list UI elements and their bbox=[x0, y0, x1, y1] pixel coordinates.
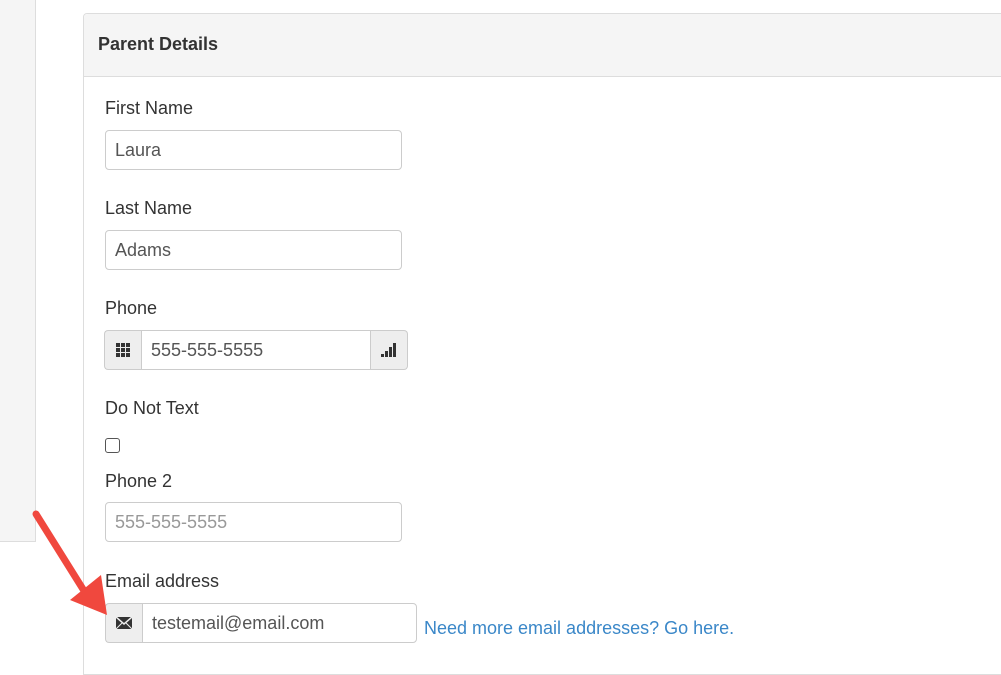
last-name-label: Last Name bbox=[105, 198, 193, 218]
left-sidebar-panel bbox=[0, 0, 36, 542]
phone2-label: Phone 2 bbox=[105, 471, 173, 491]
do-not-text-checkbox[interactable] bbox=[105, 438, 120, 453]
email-input[interactable] bbox=[142, 603, 417, 643]
signal-icon[interactable] bbox=[371, 330, 408, 370]
keypad-icon bbox=[104, 330, 141, 370]
phone-input[interactable] bbox=[141, 330, 371, 370]
panel-title: Parent Details bbox=[98, 34, 219, 54]
first-name-label: First Name bbox=[105, 98, 194, 118]
red-arrow-icon bbox=[32, 510, 107, 615]
phone-input-group bbox=[104, 330, 408, 370]
panel-heading: Parent Details bbox=[84, 14, 1001, 77]
more-emails-link[interactable]: Need more email addresses? Go here. bbox=[424, 618, 734, 639]
last-name-input[interactable] bbox=[105, 230, 402, 270]
do-not-text-label: Do Not Text bbox=[105, 398, 199, 418]
phone-label: Phone bbox=[105, 298, 158, 318]
first-name-input[interactable] bbox=[105, 130, 402, 170]
